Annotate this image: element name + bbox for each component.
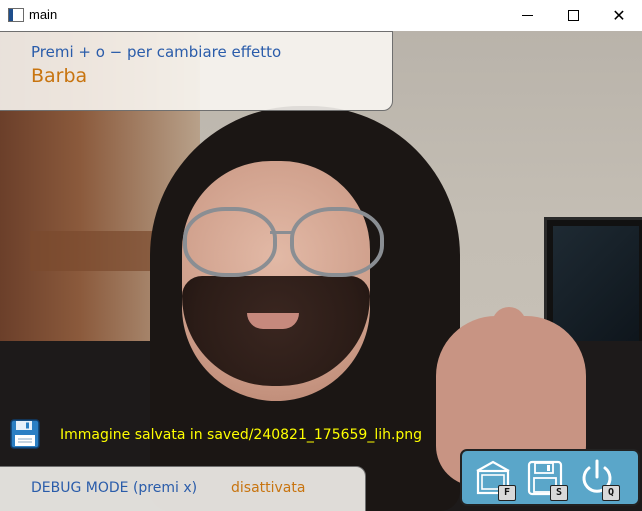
quit-key: Q bbox=[602, 484, 620, 501]
debug-mode-label: DEBUG MODE (premi x) bbox=[31, 480, 198, 496]
minimize-icon bbox=[521, 15, 533, 16]
effect-panel: Premi + o − per cambiare effetto Barba bbox=[0, 31, 393, 111]
effect-hint: Premi + o − per cambiare effetto bbox=[31, 43, 282, 61]
current-effect: Barba bbox=[31, 65, 88, 87]
floppy-disk-icon bbox=[10, 419, 40, 449]
save-button[interactable]: S bbox=[524, 457, 568, 501]
quit-button[interactable]: Q bbox=[576, 457, 620, 501]
maximize-button[interactable] bbox=[550, 0, 596, 31]
person-mouth bbox=[247, 313, 299, 329]
window-title: main bbox=[29, 7, 58, 22]
gallery-button[interactable]: F bbox=[472, 457, 516, 501]
camera-view: Premi + o − per cambiare effetto Barba I… bbox=[0, 31, 642, 511]
close-button[interactable]: ✕ bbox=[596, 0, 642, 31]
glasses-left-lens bbox=[183, 207, 277, 277]
save-message: Immagine salvata in saved/240821_175659_… bbox=[60, 427, 423, 443]
debug-panel: DEBUG MODE (premi x) disattivata bbox=[0, 466, 366, 511]
controls-bar: F S Q bbox=[460, 449, 640, 506]
glasses-right-lens bbox=[290, 207, 384, 277]
save-key: S bbox=[550, 484, 568, 501]
debug-mode-state: disattivata bbox=[231, 480, 306, 496]
thumbs-up bbox=[492, 307, 526, 377]
window-titlebar[interactable]: main ✕ bbox=[0, 0, 642, 31]
app-window-icon bbox=[8, 8, 24, 22]
minimize-button[interactable] bbox=[504, 0, 550, 31]
gallery-key: F bbox=[498, 484, 516, 501]
close-icon: ✕ bbox=[612, 5, 626, 25]
glasses-bridge bbox=[270, 231, 292, 234]
maximize-icon bbox=[567, 10, 579, 21]
